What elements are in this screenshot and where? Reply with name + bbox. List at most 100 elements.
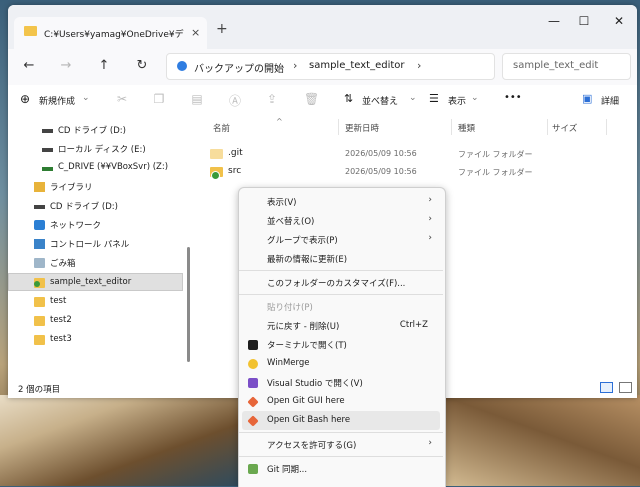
sidebar-item-test2[interactable]: test2 (8, 312, 183, 330)
menu-item-open-terminal[interactable]: ターミナルで開く(T) (242, 335, 440, 354)
menu-item-give-access[interactable]: アクセスを許可する(G) › (242, 435, 440, 454)
sidebar-item-label: ライブラリ (50, 183, 93, 193)
menu-item-view[interactable]: 表示(V) › (242, 192, 440, 211)
menu-item-paste[interactable]: 貼り付け(P) (242, 297, 440, 316)
terminal-icon (248, 340, 258, 350)
sidebar-item-cd-drive[interactable]: CD ドライブ (D:) (8, 121, 183, 139)
breadcrumb-separator[interactable]: › (417, 59, 421, 72)
sort-icon[interactable]: ⇅ (344, 92, 353, 105)
file-row-git[interactable]: .git 2026/05/09 10:56 ファイル フォルダー (210, 146, 540, 162)
menu-item-refresh[interactable]: 最新の情報に更新(E) (242, 249, 440, 268)
menu-item-label: ターミナルで開く(T) (267, 341, 347, 351)
column-header-date[interactable]: 更新日時 (345, 122, 379, 134)
details-pane-icon[interactable]: ▣ (582, 92, 592, 105)
sidebar-item-local-disk[interactable]: ローカル ディスク (E:) (8, 140, 183, 158)
sidebar-item-label: test2 (50, 315, 72, 325)
back-button[interactable]: ← (21, 58, 37, 73)
maximize-button[interactable]: ☐ (574, 14, 594, 28)
address-bar[interactable]: バックアップの開始 › sample_text_editor › (166, 53, 495, 80)
git-icon (247, 396, 259, 408)
menu-item-group-by[interactable]: グループで表示(P) › (242, 230, 440, 249)
menu-item-customize-folder[interactable]: このフォルダーのカスタマイズ(F)... (242, 273, 440, 292)
menu-separator (239, 432, 443, 433)
drive-icon (34, 205, 45, 209)
search-input[interactable]: sample_text_edit (502, 53, 631, 80)
winmerge-icon (248, 359, 258, 369)
breadcrumb-current[interactable]: sample_text_editor (309, 60, 405, 71)
rename-icon[interactable]: Ⓐ (228, 92, 242, 109)
share-icon[interactable]: ⇪ (265, 92, 279, 106)
details-view-button[interactable] (600, 382, 613, 393)
column-divider[interactable] (451, 119, 452, 135)
folder-icon (24, 26, 37, 36)
sidebar-item-control-panel[interactable]: コントロール パネル (8, 235, 183, 253)
menu-item-sort[interactable]: 並べ替え(O) › (242, 211, 440, 230)
network-icon (34, 220, 45, 230)
git-folder-icon (34, 278, 45, 288)
drive-icon (42, 148, 53, 152)
menu-item-winmerge[interactable]: WinMerge (242, 354, 440, 373)
cut-icon[interactable]: ✂ (115, 92, 129, 106)
sidebar-item-sample-text-editor[interactable]: sample_text_editor (8, 273, 183, 291)
git-sync-icon (248, 464, 258, 474)
onedrive-backup-icon (177, 61, 187, 71)
breadcrumb-separator[interactable]: › (293, 59, 297, 72)
column-divider[interactable] (547, 119, 548, 135)
sidebar-item-cd-drive-2[interactable]: CD ドライブ (D:) (8, 197, 183, 215)
view-icon[interactable]: ☰ (429, 92, 439, 105)
tiles-view-button[interactable] (619, 382, 632, 393)
close-window-button[interactable]: ✕ (609, 14, 629, 28)
delete-icon[interactable]: 🗑 (304, 92, 319, 106)
tab-title: C:¥Users¥yamag¥OneDrive¥デ (44, 30, 184, 40)
context-menu: 表示(V) › 並べ替え(O) › グループで表示(P) › 最新の情報に更新(… (238, 187, 446, 487)
wallpaper-left (0, 395, 240, 486)
sidebar-item-c-drive[interactable]: C_DRIVE (¥¥VBoxSvr) (Z:) (8, 159, 183, 177)
sidebar-item-label: sample_text_editor (50, 277, 132, 287)
refresh-button[interactable]: ↻ (134, 58, 150, 73)
menu-item-undo-delete[interactable]: 元に戻す - 削除(U) Ctrl+Z (242, 316, 440, 335)
menu-item-git-sync[interactable]: Git 同期... (242, 459, 440, 478)
menu-item-label: グループで表示(P) (267, 236, 338, 246)
visual-studio-icon (248, 378, 258, 388)
column-divider[interactable] (338, 119, 339, 135)
tab-explorer[interactable]: C:¥Users¥yamag¥OneDrive¥デ × (14, 17, 207, 49)
chevron-right-icon: › (428, 438, 432, 448)
minimize-button[interactable]: — (544, 14, 564, 28)
sidebar-item-label: ネットワーク (50, 221, 102, 231)
drive-icon (42, 129, 53, 133)
column-header-type[interactable]: 種類 (458, 122, 475, 134)
git-folder-icon (210, 167, 223, 180)
tab-close-icon[interactable]: × (191, 26, 200, 39)
menu-item-label: 並べ替え(O) (267, 217, 315, 227)
view-button[interactable]: 表示 (448, 94, 466, 107)
more-options-button[interactable]: ••• (504, 92, 522, 103)
column-divider[interactable] (606, 119, 607, 135)
up-button[interactable]: ↑ (96, 58, 112, 73)
menu-item-visual-studio[interactable]: Visual Studio で開く(V) (242, 373, 440, 392)
new-tab-button[interactable]: + (216, 21, 228, 37)
sidebar-item-test[interactable]: test (8, 293, 183, 311)
sidebar-item-label: ごみ箱 (50, 259, 76, 269)
copy-icon[interactable]: ❐ (152, 92, 166, 106)
details-button[interactable]: 詳細 (601, 94, 619, 107)
sidebar-item-test3[interactable]: test3 (8, 331, 183, 349)
file-name: .git (228, 148, 243, 158)
paste-icon[interactable]: ▤ (190, 92, 204, 106)
breadcrumb-root[interactable]: バックアップの開始 (194, 60, 284, 75)
menu-item-git-bash[interactable]: Open Git Bash here (242, 411, 440, 430)
menu-item-git-gui[interactable]: Open Git GUI here (242, 392, 440, 411)
new-icon[interactable]: ⊕ (20, 92, 30, 106)
forward-button[interactable]: → (58, 58, 74, 73)
sidebar-item-library[interactable]: ライブラリ (8, 178, 183, 196)
sort-button[interactable]: 並べ替え (362, 94, 398, 107)
sidebar-item-network[interactable]: ネットワーク (8, 216, 183, 234)
sidebar-item-recycle-bin[interactable]: ごみ箱 (8, 254, 183, 272)
sidebar-scrollbar[interactable] (187, 247, 190, 362)
sidebar-item-label: C_DRIVE (¥¥VBoxSvr) (Z:) (58, 162, 169, 172)
menu-item-label: 貼り付け(P) (267, 303, 313, 313)
column-header-name[interactable]: 名前 (213, 122, 230, 134)
chevron-right-icon: › (428, 195, 432, 205)
file-row-src[interactable]: src 2026/05/09 10:56 ファイル フォルダー (210, 164, 540, 180)
new-button[interactable]: 新規作成 (39, 94, 75, 107)
column-header-size[interactable]: サイズ (552, 122, 577, 134)
